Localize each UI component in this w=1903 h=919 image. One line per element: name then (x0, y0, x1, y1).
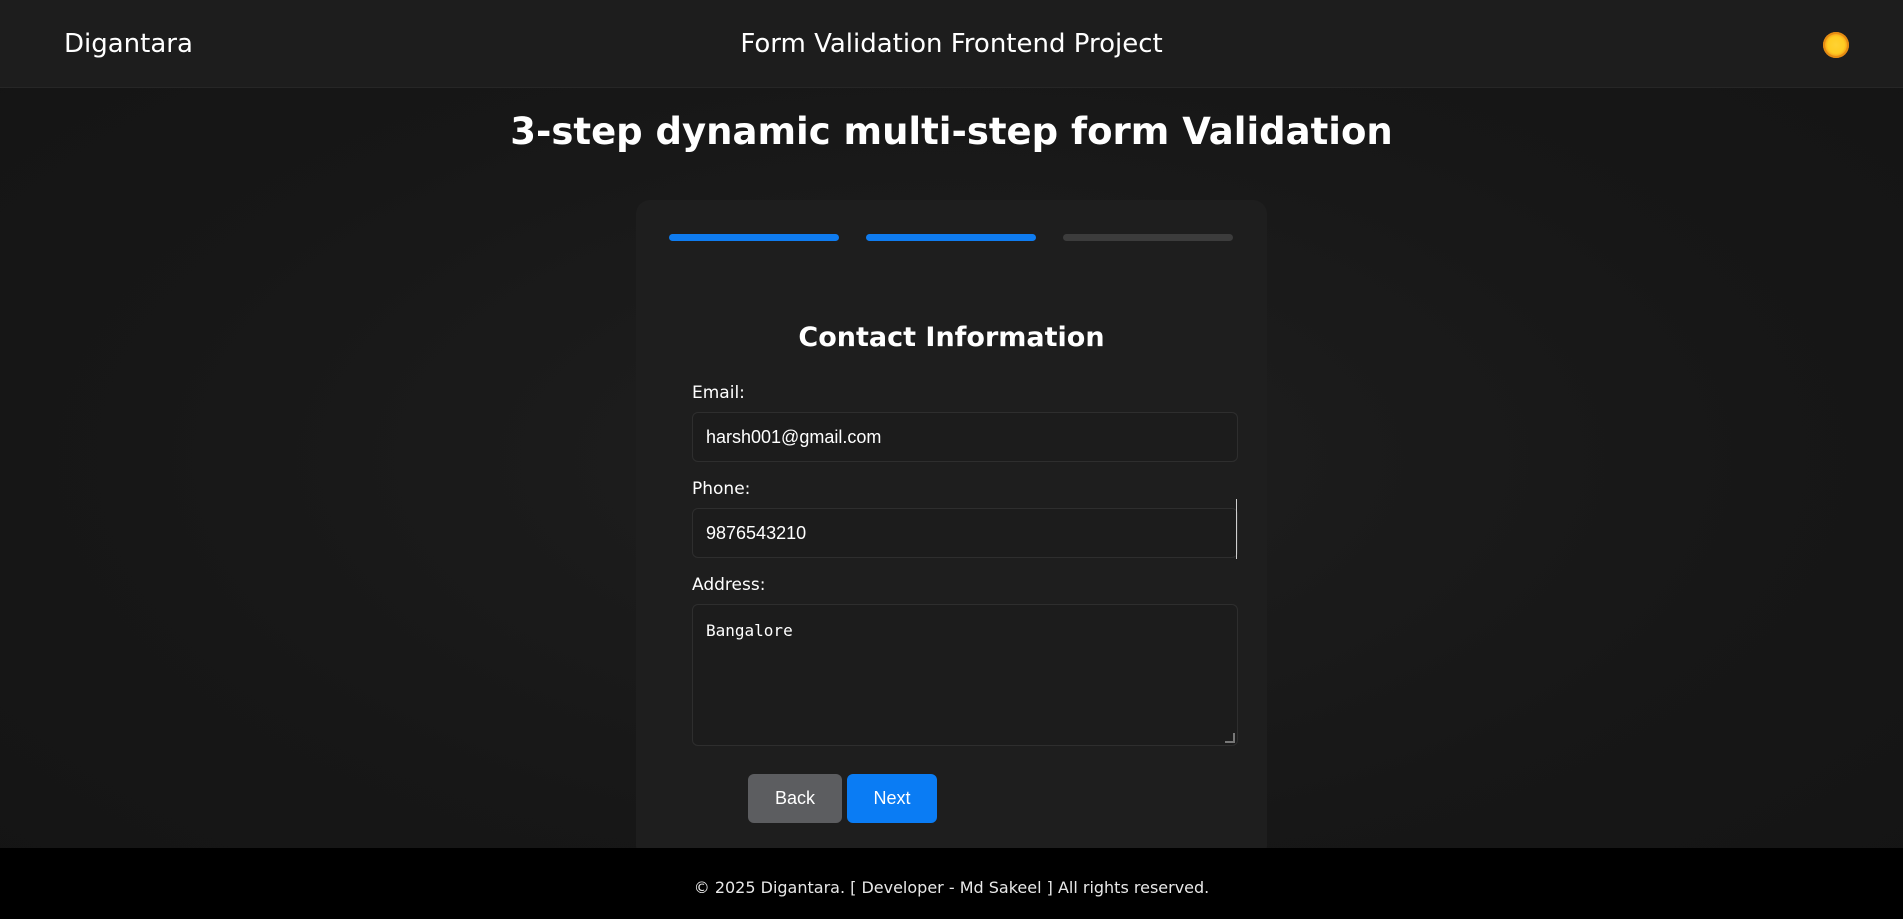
footer-copyright: © 2025 Digantara. [ Developer - Md Sakee… (693, 878, 1210, 897)
address-value: Bangalore (706, 621, 793, 640)
email-field[interactable]: harsh001@gmail.com (692, 412, 1238, 462)
address-label: Address: (692, 575, 766, 595)
next-button[interactable]: Next (847, 774, 937, 823)
address-textarea[interactable]: Bangalore (692, 604, 1238, 746)
resize-handle-icon[interactable] (1225, 733, 1235, 743)
text-cursor (1236, 499, 1237, 559)
sun-icon[interactable] (1823, 32, 1849, 58)
email-label: Email: (692, 383, 745, 403)
page-title: 3-step dynamic multi-step form Validatio… (510, 110, 1393, 153)
top-header: Digantara Form Validation Frontend Proje… (0, 0, 1903, 88)
step-progress-bar-3 (1063, 234, 1233, 241)
phone-label: Phone: (692, 479, 751, 499)
back-button[interactable]: Back (748, 774, 842, 823)
section-title: Contact Information (798, 322, 1105, 353)
step-progress-bar-1 (669, 234, 839, 241)
step-progress-bar-2 (866, 234, 1036, 241)
header-title: Form Validation Frontend Project (740, 29, 1163, 59)
phone-field[interactable]: 9876543210 (692, 508, 1238, 558)
